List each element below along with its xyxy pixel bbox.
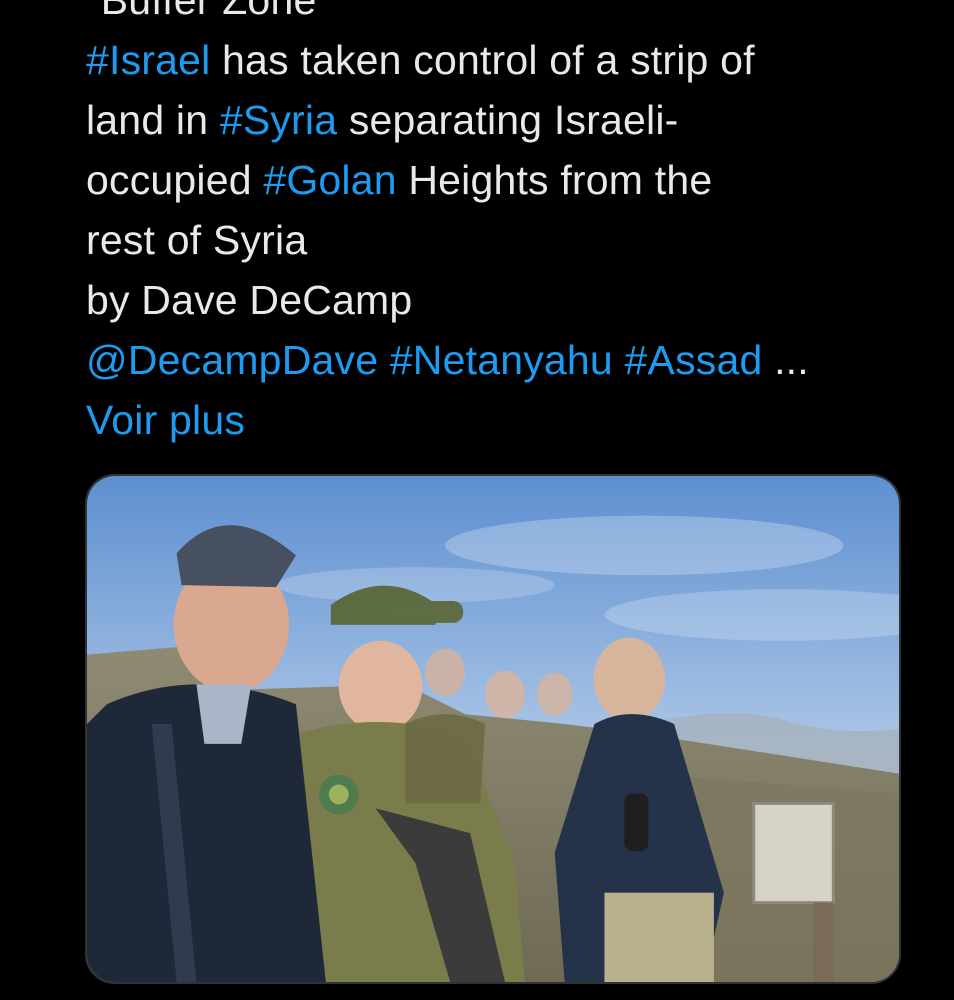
tweet-text-segment	[613, 337, 625, 383]
tweet-text-segment	[378, 337, 390, 383]
tweet-text-segment: has taken control of a strip of	[210, 37, 755, 83]
tweet-text-segment: rest of Syria	[86, 217, 308, 263]
tweet-line-4: rest of Syria	[86, 210, 926, 270]
tweet-text-segment: separating Israeli-	[337, 97, 679, 143]
tweet-line-5: by Dave DeCamp	[86, 270, 926, 330]
tweet-media-photo[interactable]	[85, 474, 901, 984]
mention-decampdave[interactable]: @DecampDave	[86, 337, 378, 383]
tweet-text-segment: Heights from the	[396, 157, 713, 203]
ellipsis: ...	[762, 337, 809, 383]
photo-illustration	[87, 476, 899, 982]
hashtag-assad[interactable]: #Assad	[625, 337, 763, 383]
tweet-line-2: land in #Syria separating Israeli-	[86, 90, 926, 150]
tweet-line-6: @DecampDave #Netanyahu #Assad ...	[86, 330, 926, 390]
tweet-heading-partial: "Buffer Zone"	[86, 0, 926, 30]
tweet-line-3: occupied #Golan Heights from the	[86, 150, 926, 210]
hashtag-golan[interactable]: #Golan	[263, 157, 396, 203]
tweet-heading-text: "Buffer Zone"	[86, 0, 332, 23]
tweet-text-segment: land in	[86, 97, 220, 143]
hashtag-netanyahu[interactable]: #Netanyahu	[390, 337, 613, 383]
tweet-line-1: #Israel has taken control of a strip of	[86, 30, 926, 90]
hashtag-syria[interactable]: #Syria	[220, 97, 337, 143]
hashtag-israel[interactable]: #Israel	[86, 37, 210, 83]
tweet-text-segment: occupied	[86, 157, 264, 203]
tweet-byline: by Dave DeCamp	[86, 277, 413, 323]
tweet-line-7: Voir plus	[86, 390, 926, 450]
tweet-text: "Buffer Zone" #Israel has taken control …	[86, 0, 926, 450]
see-more-link[interactable]: Voir plus	[86, 397, 245, 443]
